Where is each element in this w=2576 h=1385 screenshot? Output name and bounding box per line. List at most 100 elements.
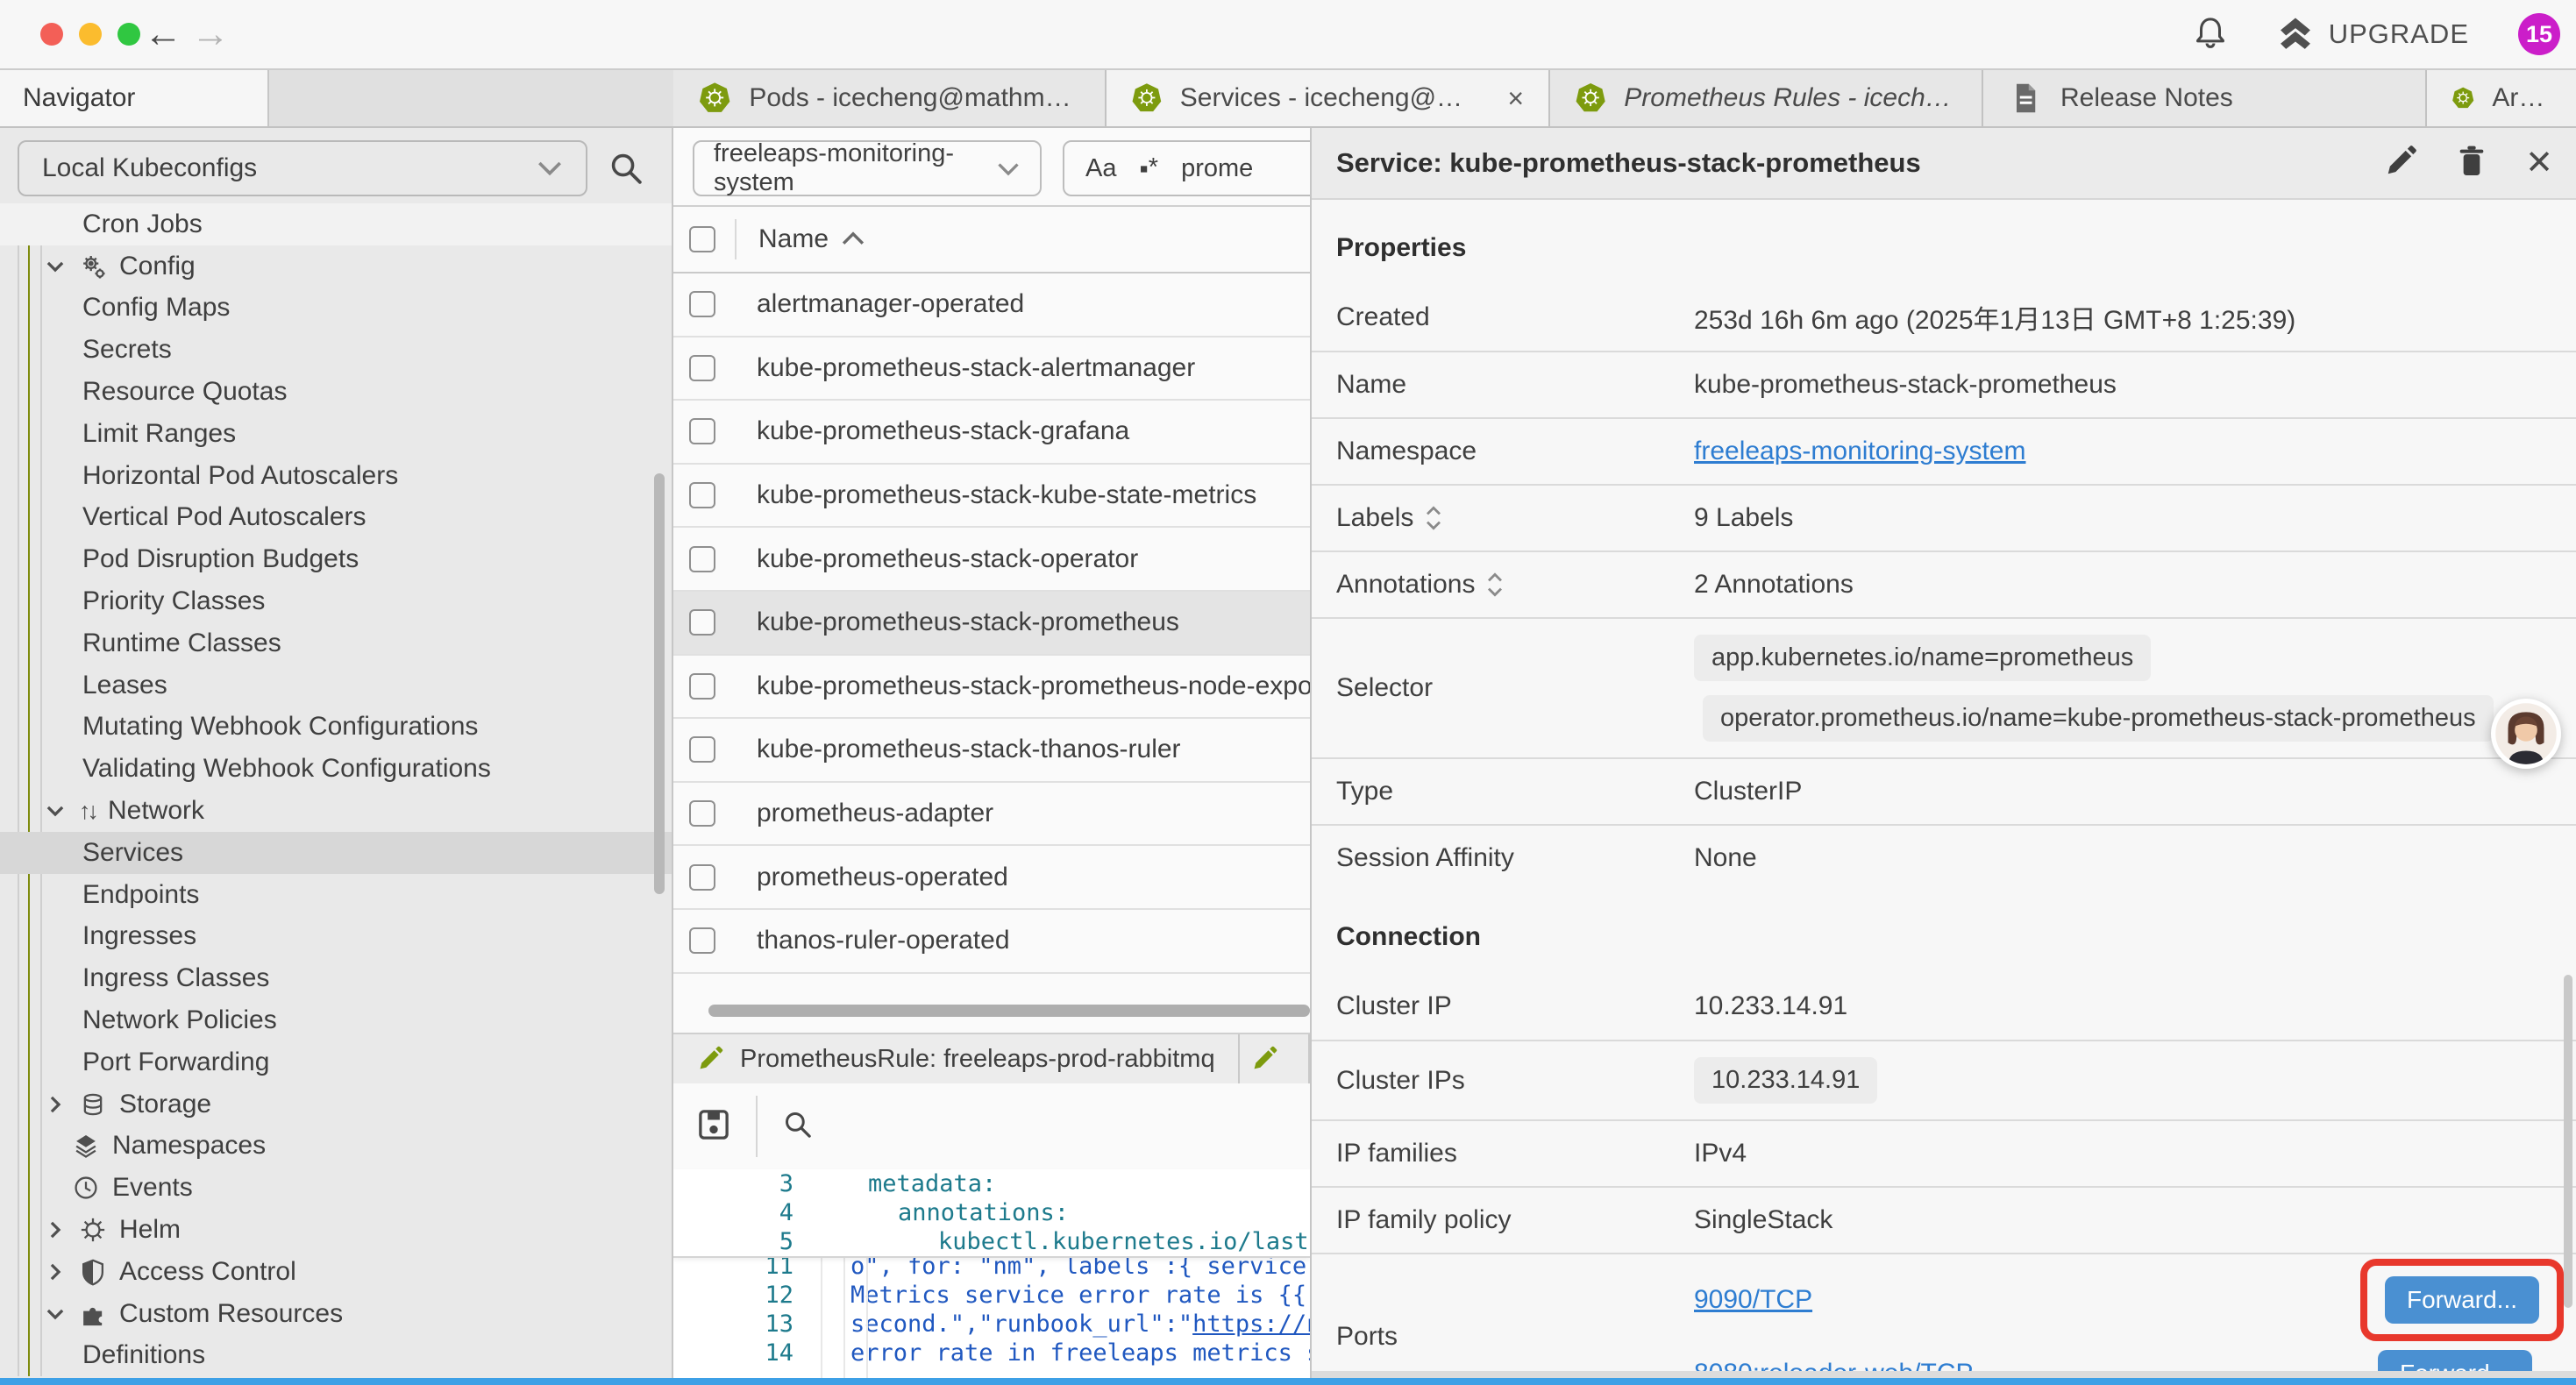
- row-checkbox[interactable]: [689, 482, 715, 508]
- sidebar-item-helm[interactable]: Helm: [0, 1209, 673, 1251]
- editor-tab-label: PrometheusRule: freeleaps-prod-rabbitmq: [740, 1045, 1215, 1074]
- sidebar-item-runtime-classes[interactable]: Runtime Classes: [0, 622, 673, 664]
- sidebar-item-pod-disruption-budgets[interactable]: Pod Disruption Budgets: [0, 538, 673, 580]
- sidebar-item-validating-webhook-configurations[interactable]: Validating Webhook Configurations: [0, 748, 673, 790]
- sidebar-item-mutating-webhook-configurations[interactable]: Mutating Webhook Configurations: [0, 707, 673, 749]
- kubeconfig-selector[interactable]: Local Kubeconfigs: [18, 140, 587, 196]
- delete-icon[interactable]: [2455, 144, 2488, 183]
- sidebar-scrollbar[interactable]: [654, 473, 665, 894]
- sidebar-item-access-control[interactable]: Access Control: [0, 1251, 673, 1293]
- search-icon[interactable]: [607, 149, 645, 192]
- sidebar-item-resource-quotas[interactable]: Resource Quotas: [0, 371, 673, 413]
- regex-icon[interactable]: ▪*: [1139, 153, 1158, 184]
- window-tab-2[interactable]: Prometheus Rules - icecheng...: [1550, 70, 1983, 126]
- row-checkbox[interactable]: [689, 800, 715, 827]
- sidebar-item-events[interactable]: Events: [0, 1167, 673, 1209]
- row-checkbox[interactable]: [689, 609, 715, 636]
- table-row[interactable]: kube-prometheus-stack-thanos-ruler: [673, 719, 1310, 783]
- sidebar-item-custom-resources[interactable]: Custom Resources: [0, 1293, 673, 1335]
- sidebar-item-priority-classes[interactable]: Priority Classes: [0, 580, 673, 622]
- back-icon[interactable]: ←: [144, 12, 182, 56]
- sidebar-item-vertical-pod-autoscalers[interactable]: Vertical Pod Autoscalers: [0, 497, 673, 539]
- minimize-window-button[interactable]: [79, 23, 102, 46]
- zoom-window-button[interactable]: [117, 23, 140, 46]
- sidebar-item-cron-jobs[interactable]: Cron Jobs: [0, 203, 673, 245]
- sort-updown-icon[interactable]: [1485, 572, 1505, 597]
- table-row[interactable]: kube-prometheus-stack-alertmanager: [673, 337, 1310, 401]
- sidebar-item-definitions[interactable]: Definitions: [0, 1335, 673, 1377]
- port-link[interactable]: 9090/TCP: [1694, 1285, 1812, 1315]
- namespace-link[interactable]: freeleaps-monitoring-system: [1694, 437, 2025, 466]
- match-case-icon[interactable]: Aa: [1085, 154, 1116, 183]
- name-column-header[interactable]: Name: [758, 224, 829, 254]
- table-row[interactable]: prometheus-adapter: [673, 783, 1310, 847]
- chevron-right-icon[interactable]: [44, 1218, 67, 1241]
- notification-count-badge[interactable]: 15: [2518, 13, 2560, 55]
- sidebar-item-ingresses[interactable]: Ingresses: [0, 916, 673, 958]
- row-checkbox[interactable]: [689, 736, 715, 763]
- sidebar-item-network-policies[interactable]: Network Policies: [0, 999, 673, 1041]
- sidebar-item-network[interactable]: ↑↓Network: [0, 790, 673, 832]
- sort-ascending-icon[interactable]: [841, 231, 865, 248]
- row-checkbox[interactable]: [689, 418, 715, 444]
- sidebar-item-namespaces[interactable]: Namespaces: [0, 1126, 673, 1168]
- pencil-icon: [696, 1045, 724, 1073]
- user-avatar[interactable]: [2490, 698, 2562, 774]
- detail-row: Namekube-prometheus-stack-prometheus: [1312, 351, 2576, 417]
- save-icon[interactable]: [694, 1105, 733, 1148]
- row-checkbox[interactable]: [689, 864, 715, 891]
- table-row[interactable]: kube-prometheus-stack-operator: [673, 528, 1310, 592]
- namespace-selector[interactable]: freeleaps-monitoring-system: [693, 140, 1042, 196]
- sidebar-item-storage[interactable]: Storage: [0, 1083, 673, 1126]
- row-checkbox[interactable]: [689, 546, 715, 572]
- chevron-down-icon[interactable]: [44, 799, 67, 822]
- chevron-right-icon[interactable]: [44, 1093, 67, 1116]
- table-row[interactable]: alertmanager-operated: [673, 273, 1310, 337]
- sidebar-item-services[interactable]: Services: [0, 832, 673, 874]
- table-row[interactable]: kube-prometheus-stack-prometheus-node-ex…: [673, 656, 1310, 720]
- sidebar-item-horizontal-pod-autoscalers[interactable]: Horizontal Pod Autoscalers: [0, 455, 673, 497]
- editor-link[interactable]: https://net: [1192, 1310, 1310, 1338]
- tab-close-icon[interactable]: ×: [1507, 82, 1524, 115]
- window-tab-4[interactable]: Argo Se: [2427, 70, 2576, 126]
- horizontal-scrollbar[interactable]: [708, 1005, 1310, 1017]
- sidebar-item-secrets[interactable]: Secrets: [0, 329, 673, 371]
- select-all-checkbox[interactable]: [689, 226, 715, 252]
- table-row[interactable]: kube-prometheus-stack-grafana: [673, 401, 1310, 465]
- table-row[interactable]: prometheus-operated: [673, 846, 1310, 910]
- window-tab-3[interactable]: Release Notes: [1983, 70, 2427, 126]
- navigator-panel-tab[interactable]: Navigator: [0, 70, 269, 126]
- upgrade-button[interactable]: UPGRADE: [2276, 17, 2469, 52]
- editor-tab-partial[interactable]: [1240, 1034, 1310, 1083]
- table-row[interactable]: kube-prometheus-stack-prometheus: [673, 592, 1310, 656]
- chevron-down-icon[interactable]: [44, 255, 67, 278]
- table-row[interactable]: thanos-ruler-operated: [673, 910, 1310, 974]
- sidebar-item-port-forwarding[interactable]: Port Forwarding: [0, 1041, 673, 1083]
- sidebar-item-leases[interactable]: Leases: [0, 664, 673, 707]
- close-icon[interactable]: ✕: [2525, 146, 2553, 180]
- row-checkbox[interactable]: [689, 673, 715, 700]
- sidebar-item-config[interactable]: Config: [0, 245, 673, 288]
- filter-input[interactable]: Aa ▪* prome: [1063, 140, 1310, 196]
- notifications-bell-icon[interactable]: [2192, 14, 2229, 55]
- chevron-down-icon[interactable]: [44, 1303, 67, 1325]
- sort-updown-icon[interactable]: [1424, 506, 1443, 530]
- yaml-editor[interactable]: 3metadata:4annotations:5kubectl.kubernet…: [673, 1169, 1310, 1385]
- forward-button[interactable]: Forward...: [2385, 1276, 2539, 1324]
- close-window-button[interactable]: [40, 23, 63, 46]
- sidebar-item-endpoints[interactable]: Endpoints: [0, 874, 673, 916]
- editor-search-icon[interactable]: [780, 1107, 815, 1147]
- row-checkbox[interactable]: [689, 355, 715, 381]
- edit-icon[interactable]: [2383, 144, 2418, 183]
- chevron-right-icon[interactable]: [44, 1261, 67, 1283]
- window-tab-0[interactable]: Pods - icecheng@mathmas...: [673, 70, 1107, 126]
- detail-scrollbar[interactable]: [2564, 975, 2572, 1308]
- sidebar-item-limit-ranges[interactable]: Limit Ranges: [0, 413, 673, 455]
- sidebar-item-config-maps[interactable]: Config Maps: [0, 288, 673, 330]
- editor-tab[interactable]: PrometheusRule: freeleaps-prod-rabbitmq: [673, 1034, 1240, 1083]
- sidebar-item-ingress-classes[interactable]: Ingress Classes: [0, 957, 673, 999]
- table-row[interactable]: kube-prometheus-stack-kube-state-metrics: [673, 465, 1310, 529]
- row-checkbox[interactable]: [689, 927, 715, 954]
- row-checkbox[interactable]: [689, 291, 715, 317]
- window-tab-1[interactable]: Services - icecheng@math...×: [1107, 70, 1550, 126]
